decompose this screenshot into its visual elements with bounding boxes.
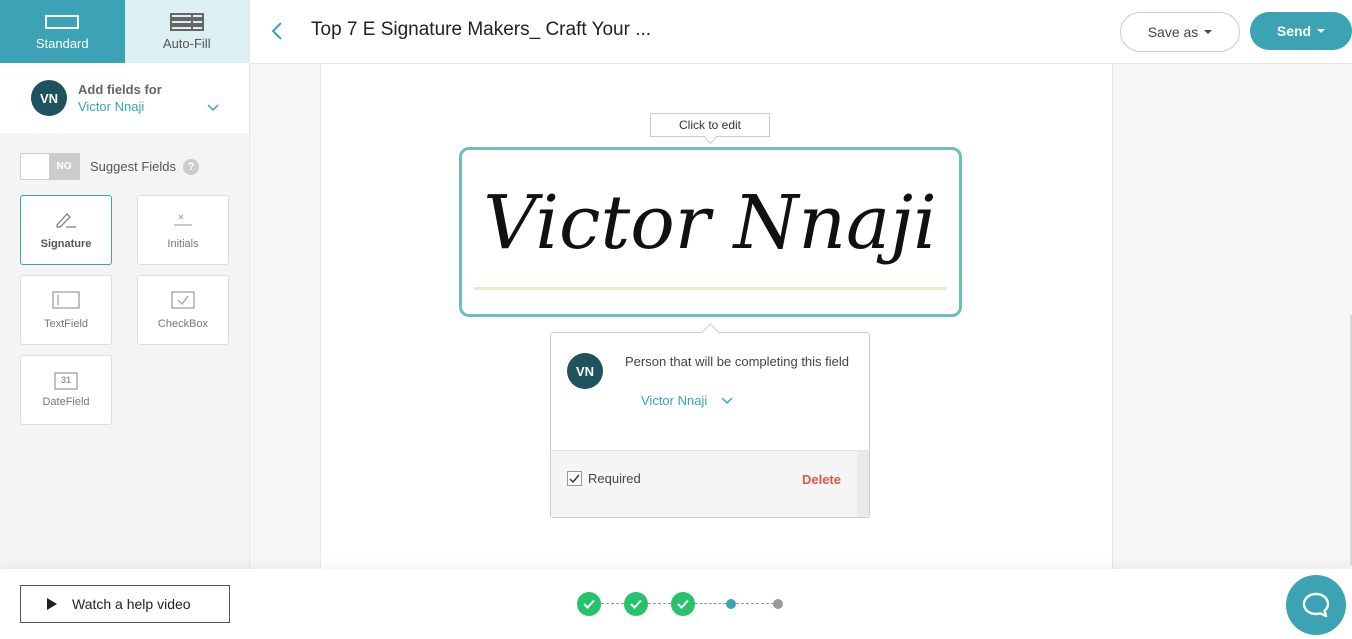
sidebar: Standard Auto-Fill VN Add fields for Vic…	[0, 0, 250, 569]
add-fields-for[interactable]: VN Add fields for Victor Nnaji	[0, 63, 249, 133]
toggle-state: NO	[56, 161, 72, 172]
save-as-button[interactable]: Save as	[1120, 12, 1240, 52]
step-connector	[736, 603, 774, 604]
signature-text: Victor Nnaji	[483, 180, 937, 266]
tab-auto-fill-label: Auto-Fill	[162, 36, 211, 51]
field-signature[interactable]: Signature	[20, 195, 112, 265]
textfield-icon	[52, 290, 80, 318]
step-2-complete	[624, 592, 648, 616]
field-checkbox[interactable]: CheckBox	[137, 275, 229, 345]
required-label: Required	[588, 471, 641, 486]
checkbox-icon	[171, 290, 195, 318]
bottom-bar: Watch a help video	[0, 569, 1352, 639]
calendar-day: 31	[60, 375, 71, 385]
chevron-down-icon[interactable]	[207, 99, 219, 117]
assignee-name: Victor Nnaji	[641, 393, 708, 408]
watch-help-video-button[interactable]: Watch a help video	[20, 585, 230, 623]
chat-bubble-icon	[1302, 592, 1330, 618]
caret-down-icon	[1317, 29, 1326, 33]
send-label: Send	[1276, 23, 1312, 39]
step-3-complete	[671, 592, 695, 616]
auto-fill-icon	[169, 12, 204, 32]
header: Top 7 E Signature Makers_ Craft Your ...…	[250, 0, 1352, 64]
signer-name[interactable]: Victor Nnaji	[78, 99, 162, 114]
popup-footer: Required Delete	[551, 450, 869, 517]
tab-auto-fill[interactable]: Auto-Fill	[124, 0, 249, 63]
signature-pen-icon	[54, 211, 78, 238]
delete-button[interactable]: Delete	[802, 472, 841, 487]
step-5-pending	[773, 599, 783, 609]
check-icon	[677, 599, 689, 609]
suggest-fields-toggle[interactable]: NO	[20, 153, 80, 180]
save-as-label: Save as	[1147, 24, 1199, 40]
add-fields-label: Add fields for	[78, 82, 162, 97]
step-1-complete	[577, 592, 601, 616]
step-connector	[648, 603, 671, 604]
document-title: Top 7 E Signature Makers_ Craft Your ...	[311, 19, 652, 40]
step-connector	[601, 603, 624, 604]
check-icon	[583, 599, 595, 609]
back-arrow-icon[interactable]	[270, 20, 284, 47]
field-datefield-label: DateField	[42, 396, 90, 408]
calendar-icon: 31	[54, 372, 78, 390]
field-datefield[interactable]: 31 DateField	[20, 355, 112, 425]
required-checkbox[interactable]: Required	[567, 471, 641, 486]
suggest-fields-label: Suggest Fields	[90, 159, 176, 174]
step-4-current	[726, 599, 736, 609]
watch-help-video-label: Watch a help video	[72, 596, 191, 612]
suggest-fields: NO Suggest Fields ?	[0, 133, 249, 180]
signature-image: Victor Nnaji	[483, 180, 937, 266]
field-textfield-label: TextField	[43, 317, 89, 330]
step-connector	[695, 603, 726, 604]
field-textfield[interactable]: TextField	[20, 275, 112, 345]
field-signature-label: Signature	[40, 237, 92, 250]
field-checkbox-label: CheckBox	[157, 317, 209, 330]
field-initials[interactable]: Initials	[137, 195, 229, 265]
signature-baseline	[474, 287, 947, 290]
avatar: VN	[31, 80, 67, 116]
chat-button[interactable]	[1286, 575, 1346, 635]
avatar: VN	[567, 353, 603, 389]
check-icon	[630, 599, 642, 609]
click-to-edit-tooltip: Click to edit	[650, 113, 770, 137]
chevron-down-icon	[721, 396, 733, 404]
play-icon	[47, 598, 57, 610]
signature-field[interactable]: Victor Nnaji	[459, 147, 962, 317]
assignee-dropdown[interactable]: Victor Nnaji	[641, 393, 733, 408]
person-completing-label: Person that will be completing this fiel…	[625, 354, 850, 369]
progress-steps	[577, 592, 787, 616]
tab-standard[interactable]: Standard	[0, 0, 125, 63]
help-icon[interactable]: ?	[183, 158, 199, 175]
standard-field-icon	[45, 12, 80, 32]
mode-tabs: Standard Auto-Fill	[0, 0, 249, 63]
field-initials-label: Initials	[167, 237, 199, 250]
tab-standard-label: Standard	[35, 36, 89, 51]
initials-icon	[171, 211, 195, 238]
field-settings-popup: VN Person that will be completing this f…	[550, 332, 870, 518]
toggle-knob	[21, 154, 49, 179]
send-button[interactable]: Send	[1250, 12, 1352, 50]
checkbox-checked-icon	[567, 471, 582, 486]
caret-down-icon	[1204, 30, 1213, 34]
